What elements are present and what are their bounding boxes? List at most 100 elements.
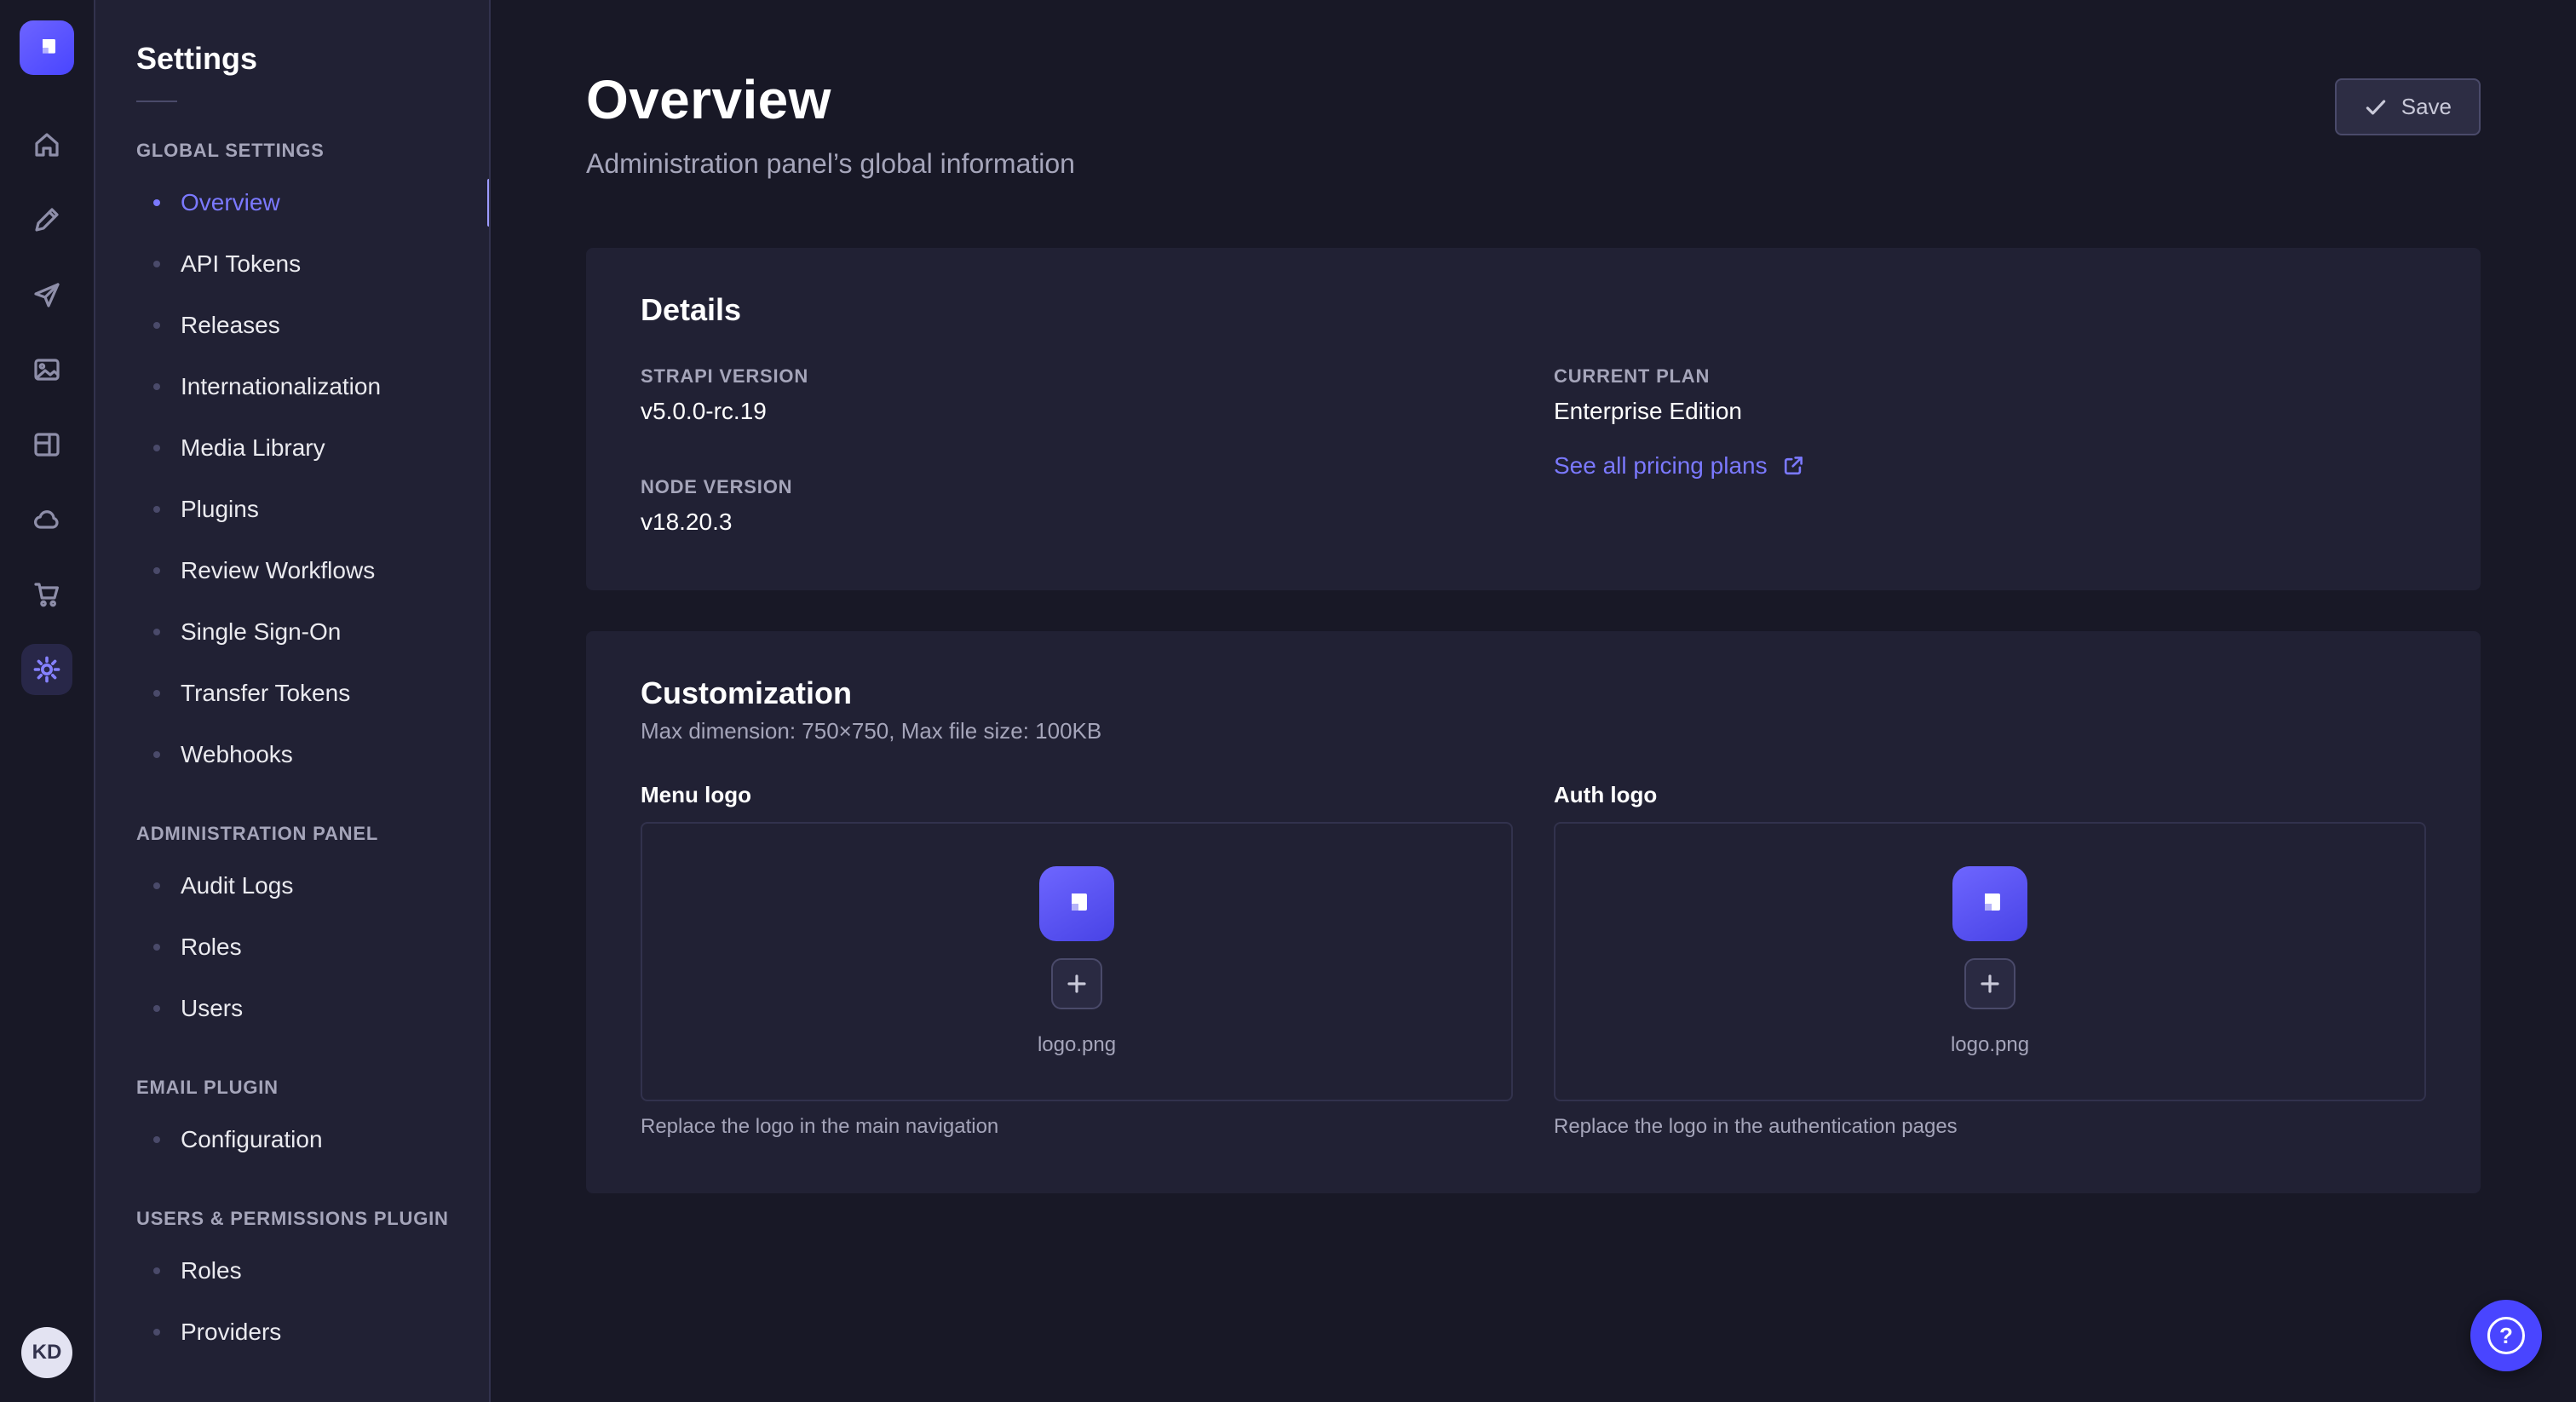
menu-logo-label: Menu logo xyxy=(641,782,1513,808)
sidebar-item-api-tokens[interactable]: API Tokens xyxy=(136,233,462,295)
bullet-icon xyxy=(153,322,160,329)
rail-icon-list xyxy=(21,119,72,695)
sidebar-item-label: Webhooks xyxy=(181,741,293,768)
sidebar-item-label: Roles xyxy=(181,934,242,961)
settings-gear-icon[interactable] xyxy=(21,644,72,695)
bullet-icon xyxy=(153,944,160,951)
page-subtitle: Administration panel’s global informatio… xyxy=(586,148,1075,180)
auth-logo-column: Auth logo logo xyxy=(1554,782,2426,1139)
media-library-icon[interactable] xyxy=(21,344,72,395)
menu-logo-column: Menu logo logo xyxy=(641,782,1513,1139)
sidebar-item-label: Releases xyxy=(181,312,280,339)
strapi-glyph-icon xyxy=(1056,883,1097,924)
sidebar-item-label: API Tokens xyxy=(181,250,301,278)
plus-icon xyxy=(1067,974,1087,994)
strapi-version-label: STRAPI VERSION xyxy=(641,365,1513,388)
marketplace-cart-icon[interactable] xyxy=(21,569,72,620)
details-left-column: STRAPI VERSION v5.0.0-rc.19 NODE VERSION… xyxy=(641,365,1513,536)
sidebar-item-admin-users[interactable]: Users xyxy=(136,978,462,1039)
app-window: KD Settings GLOBAL SETTINGS Overview API… xyxy=(0,0,2576,1402)
auth-logo-caption: Replace the logo in the authentication p… xyxy=(1554,1115,2426,1139)
content-type-builder-icon[interactable] xyxy=(21,194,72,245)
section-users-permissions-plugin: USERS & PERMISSIONS PLUGIN xyxy=(136,1208,462,1230)
check-icon xyxy=(2364,95,2388,119)
sidebar-item-label: Providers xyxy=(181,1319,281,1346)
sidebar-item-up-providers[interactable]: Providers xyxy=(136,1301,462,1363)
sidebar-item-releases[interactable]: Releases xyxy=(136,295,462,356)
auth-logo-preview xyxy=(1952,866,2027,941)
strapi-glyph-icon xyxy=(1969,883,2010,924)
sidebar-item-single-sign-on[interactable]: Single Sign-On xyxy=(136,601,462,663)
sidebar-item-label: Audit Logs xyxy=(181,872,293,899)
sidebar-item-label: Users xyxy=(181,995,243,1022)
sidebar-item-label: Review Workflows xyxy=(181,557,375,584)
strapi-version-value: v5.0.0-rc.19 xyxy=(641,398,1513,425)
customization-card-title: Customization xyxy=(641,675,2426,711)
sidebar-item-up-roles[interactable]: Roles xyxy=(136,1240,462,1301)
cloud-icon[interactable] xyxy=(21,494,72,545)
home-icon[interactable] xyxy=(21,119,72,170)
details-grid: STRAPI VERSION v5.0.0-rc.19 NODE VERSION… xyxy=(641,365,2426,536)
node-version-label: NODE VERSION xyxy=(641,476,1513,498)
customization-card-subtitle: Max dimension: 750×750, Max file size: 1… xyxy=(641,718,2426,744)
save-button[interactable]: Save xyxy=(2335,78,2481,135)
sidebar-item-admin-roles[interactable]: Roles xyxy=(136,916,462,978)
details-right-column: CURRENT PLAN Enterprise Edition See all … xyxy=(1554,365,2426,536)
sidebar-item-label: Single Sign-On xyxy=(181,618,341,646)
sidebar-item-media-library[interactable]: Media Library xyxy=(136,417,462,479)
sidebar-item-overview[interactable]: Overview xyxy=(136,172,462,233)
sidebar-item-email-configuration[interactable]: Configuration xyxy=(136,1109,462,1170)
save-button-label: Save xyxy=(2401,94,2452,120)
main-nav-rail: KD xyxy=(0,0,95,1402)
logo-uploads: Menu logo logo xyxy=(641,782,2426,1139)
plus-icon xyxy=(1980,974,2000,994)
sidebar-item-internationalization[interactable]: Internationalization xyxy=(136,356,462,417)
bullet-icon xyxy=(153,383,160,390)
sidebar-item-label: Transfer Tokens xyxy=(181,680,350,707)
page-header: Overview Administration panel’s global i… xyxy=(586,68,2481,180)
bullet-icon xyxy=(153,751,160,758)
bullet-icon xyxy=(153,261,160,267)
bullet-icon xyxy=(153,882,160,889)
node-version-field: NODE VERSION v18.20.3 xyxy=(641,476,1513,536)
help-button[interactable]: ? xyxy=(2470,1300,2542,1371)
section-global-settings: GLOBAL SETTINGS xyxy=(136,140,462,162)
bullet-icon xyxy=(153,1136,160,1143)
bullet-icon xyxy=(153,1329,160,1336)
sidebar-item-label: Overview xyxy=(181,189,280,216)
strapi-logo[interactable] xyxy=(20,20,74,75)
current-plan-value: Enterprise Edition xyxy=(1554,398,2426,425)
content-manager-icon[interactable] xyxy=(21,419,72,470)
releases-icon[interactable] xyxy=(21,269,72,320)
bullet-icon xyxy=(153,629,160,635)
bullet-icon xyxy=(153,690,160,697)
strapi-version-field: STRAPI VERSION v5.0.0-rc.19 xyxy=(641,365,1513,425)
question-mark-icon: ? xyxy=(2487,1317,2525,1354)
sidebar-item-review-workflows[interactable]: Review Workflows xyxy=(136,540,462,601)
sidebar-item-audit-logs[interactable]: Audit Logs xyxy=(136,855,462,916)
bullet-icon xyxy=(153,1267,160,1274)
external-link-icon xyxy=(1781,454,1805,478)
user-avatar[interactable]: KD xyxy=(21,1327,72,1378)
sidebar-item-webhooks[interactable]: Webhooks xyxy=(136,724,462,785)
auth-logo-dropzone[interactable]: logo.png xyxy=(1554,822,2426,1101)
page-title: Overview xyxy=(586,68,1075,131)
menu-logo-filename: logo.png xyxy=(1038,1033,1116,1057)
auth-logo-label: Auth logo xyxy=(1554,782,2426,808)
menu-logo-preview xyxy=(1039,866,1114,941)
section-email-plugin: EMAIL PLUGIN xyxy=(136,1077,462,1099)
main-content: Overview Administration panel’s global i… xyxy=(491,0,2576,1402)
sidebar-item-label: Internationalization xyxy=(181,373,381,400)
menu-logo-dropzone[interactable]: logo.png xyxy=(641,822,1513,1101)
details-card-title: Details xyxy=(641,292,2426,328)
sidebar-item-transfer-tokens[interactable]: Transfer Tokens xyxy=(136,663,462,724)
auth-logo-add-button[interactable] xyxy=(1964,958,2015,1009)
page-header-text: Overview Administration panel’s global i… xyxy=(586,68,1075,180)
pricing-plans-link[interactable]: See all pricing plans xyxy=(1554,452,1805,480)
menu-logo-caption: Replace the logo in the main navigation xyxy=(641,1115,1513,1139)
bullet-icon xyxy=(153,506,160,513)
menu-logo-add-button[interactable] xyxy=(1051,958,1102,1009)
auth-logo-filename: logo.png xyxy=(1951,1033,2029,1057)
sidebar-item-plugins[interactable]: Plugins xyxy=(136,479,462,540)
customization-card: Customization Max dimension: 750×750, Ma… xyxy=(586,631,2481,1193)
